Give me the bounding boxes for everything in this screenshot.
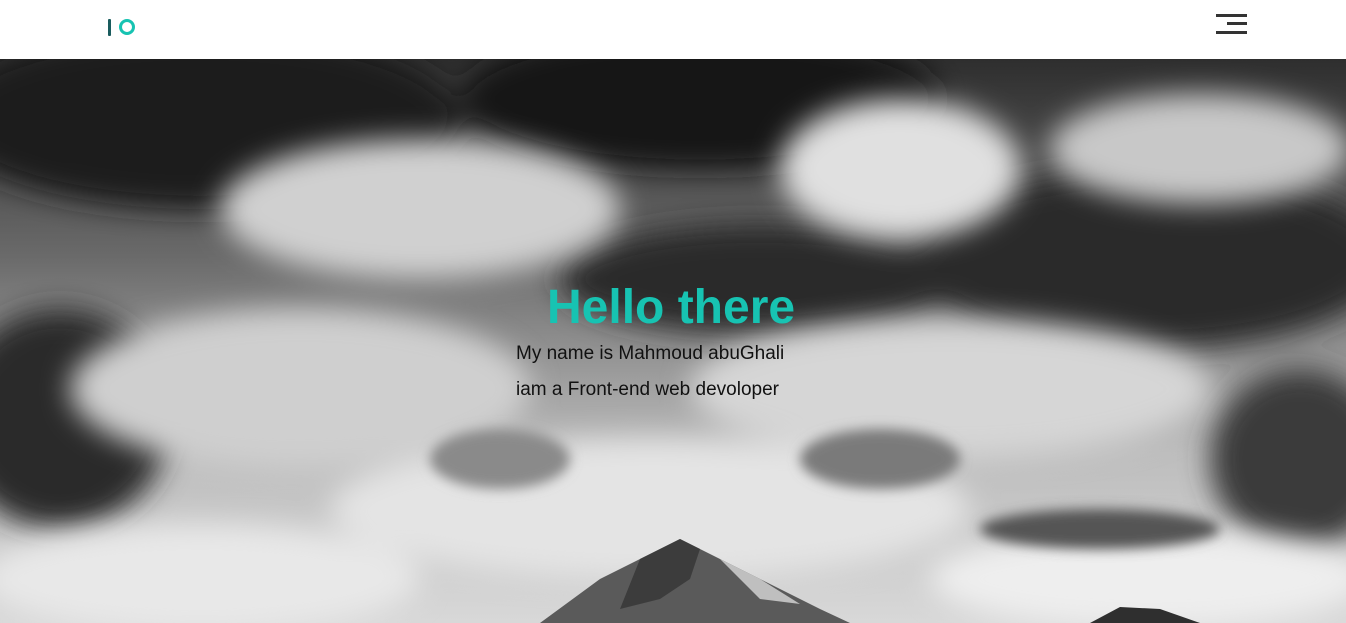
menu-line-middle [1227,22,1247,25]
hero-intro-role: iam a Front-end web devoloper [516,379,779,400]
navbar [0,0,1346,59]
logo-ring [119,19,135,35]
logo-bar [108,18,111,36]
menu-line-top [1216,14,1247,17]
hero-background-image [0,59,1346,623]
hamburger-menu-icon[interactable] [1214,14,1247,36]
hero-title: Hello there [547,281,796,334]
menu-line-bottom [1216,31,1247,34]
hero-intro-name: My name is Mahmoud abuGhali [516,343,785,364]
hero-section: Hello there My name is Mahmoud abuGhali … [0,59,1346,623]
io-logo-icon[interactable] [108,17,135,37]
